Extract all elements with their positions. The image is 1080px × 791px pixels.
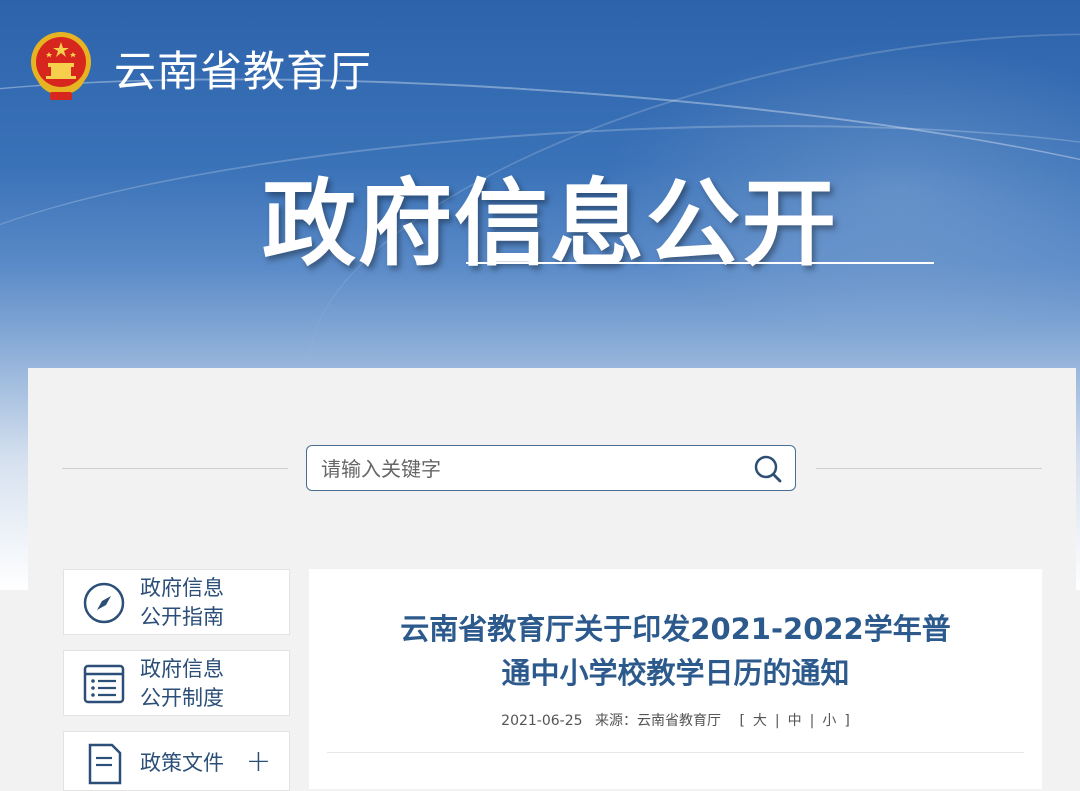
article-title-line: 通中小学校教学日历的通知 [501,656,850,690]
sidebar-item-label: 公开制度 [140,686,224,710]
sidebar-item-label: 政策文件 [140,751,224,775]
article-card: 云南省教育厅关于印发2021-2022学年普 通中小学校教学日历的通知 2021… [309,569,1042,789]
source-label: 来源：云南省教育厅 [595,713,721,729]
font-size-bracket: [ [739,713,745,729]
expand-plus-icon[interactable]: + [246,744,271,779]
list-document-icon [82,662,126,706]
search-input[interactable] [319,446,743,492]
compass-icon [82,581,126,625]
sidebar-item-disclosure-system[interactable]: 政府信息 公开制度 [63,650,290,716]
site-name[interactable]: 云南省教育厅 [114,38,372,99]
font-size-separator: | [809,713,815,729]
font-size-small-button[interactable]: 小 [822,713,836,729]
publish-date: 2021-06-25 [501,713,583,729]
font-size-bracket: ] [844,713,850,729]
article-meta: 2021-06-25 来源：云南省教育厅 [ 大 | 中 | 小] [309,710,1042,730]
sidebar-item-policy-documents[interactable]: 政策文件 + [63,731,290,791]
banner-underline [466,262,934,264]
sidebar-item-label: 政府信息 [140,657,224,681]
search-bar [306,445,796,492]
search-icon[interactable] [751,452,785,486]
article-title: 云南省教育厅关于印发2021-2022学年普 通中小学校教学日历的通知 [309,607,1042,695]
national-emblem-icon[interactable] [28,30,94,102]
document-icon [82,742,126,786]
sidebar-item-disclosure-guide[interactable]: 政府信息 公开指南 [63,569,290,635]
divider-line [327,752,1024,753]
sidebar-item-label: 公开指南 [140,605,224,629]
font-size-large-button[interactable]: 大 [753,713,767,729]
sidebar-item-label: 政府信息 [140,576,224,600]
font-size-medium-button[interactable]: 中 [788,713,802,729]
article-title-line: 云南省教育厅关于印发2021-2022学年普 [400,612,951,646]
divider-line [816,468,1042,469]
divider-line [62,468,288,469]
font-size-separator: | [774,713,780,729]
